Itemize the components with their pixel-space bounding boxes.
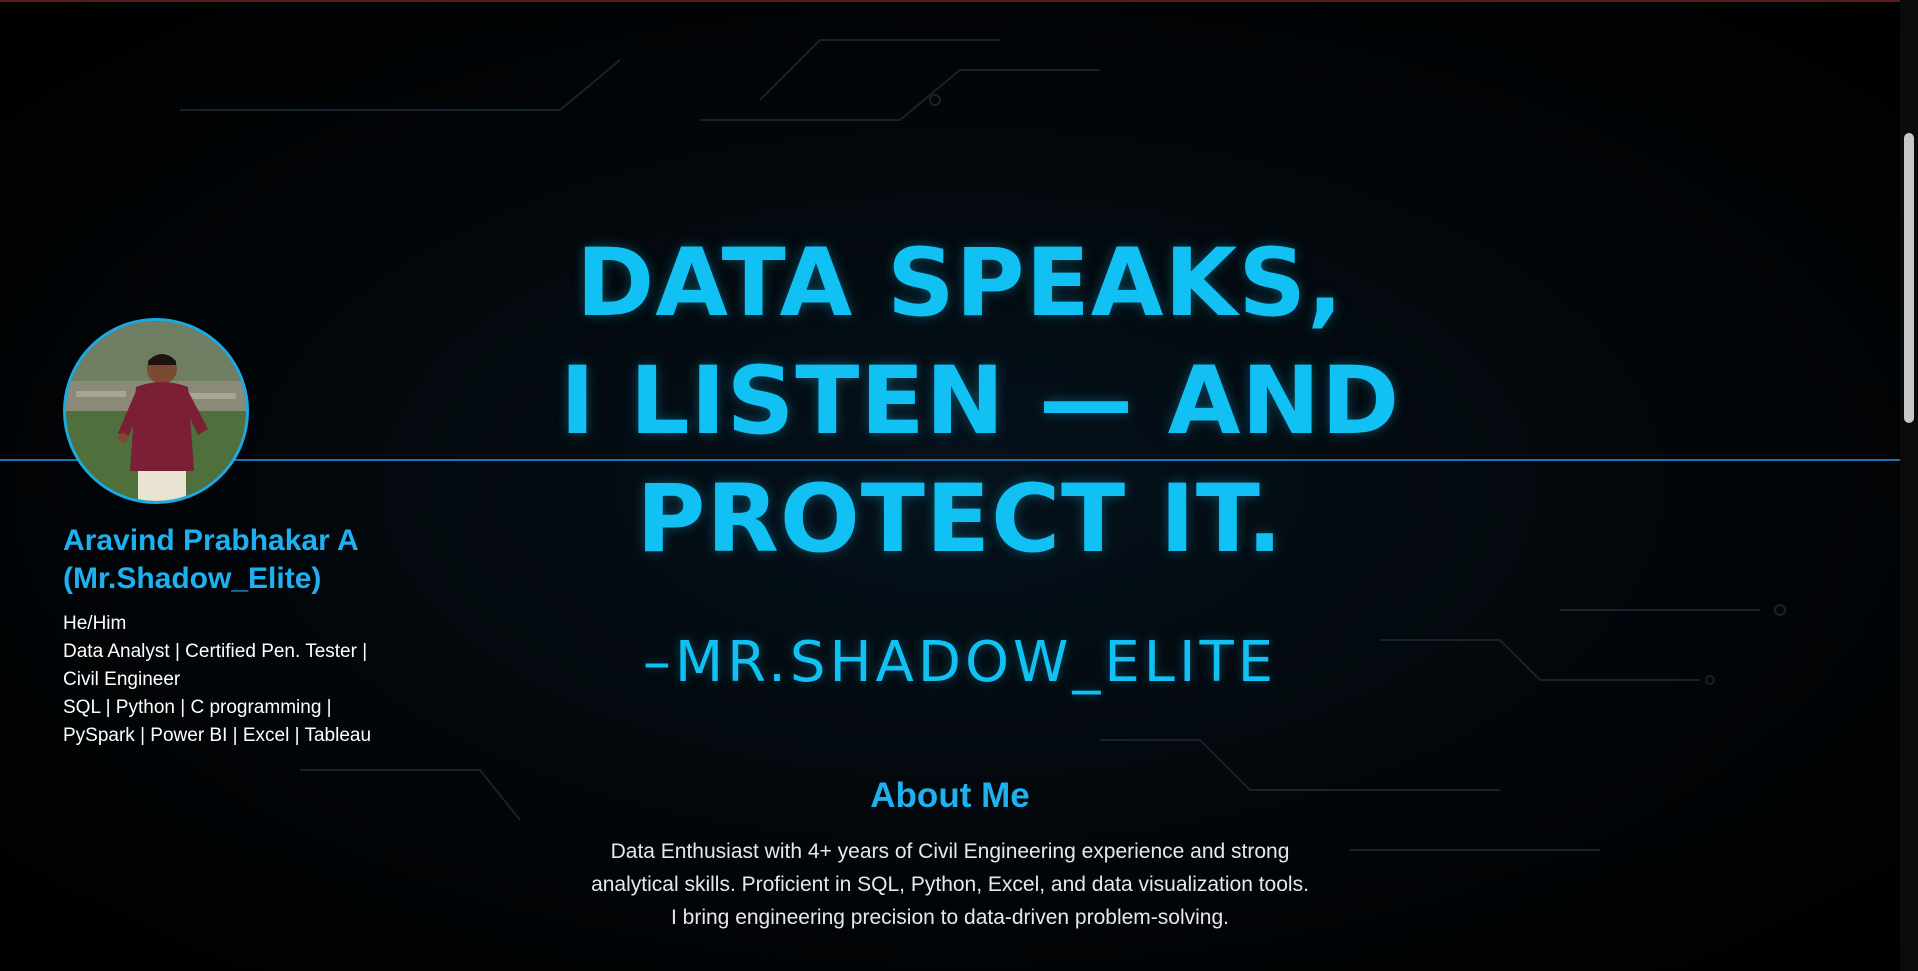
profile-role-line1: Data Analyst | Certified Pen. Tester | [63, 641, 368, 662]
page-viewport: Aravind Prabhakar A (Mr.Shadow_Elite) He… [0, 0, 1918, 971]
profile-pronouns: He/Him [63, 613, 127, 634]
profile-skills-line1: SQL | Python | C programming | [63, 697, 332, 718]
profile-info: He/Him Data Analyst | Certified Pen. Tes… [63, 610, 403, 750]
person-photo-icon [66, 321, 246, 501]
hero-quote: DATA SPEAKS, I LISTEN — AND PROTECT IT. [560, 225, 1401, 579]
quote-line2: I LISTEN — AND [560, 347, 1401, 456]
quote-signature: –MR.SHADOW_ELITE [642, 630, 1278, 695]
profile-name-line1: Aravind Prabhakar A [63, 524, 359, 557]
quote-line1: DATA SPEAKS, [576, 229, 1344, 338]
quote-line3: PROTECT IT. [636, 465, 1284, 574]
profile-skills-line2: PySpark | Power BI | Excel | Tableau [63, 725, 372, 746]
profile-name-line2: (Mr.Shadow_Elite) [63, 562, 322, 595]
about-text: Data Enthusiast with 4+ years of Civil E… [591, 840, 1309, 929]
profile-avatar [63, 318, 249, 504]
page-scrollbar[interactable] [1900, 0, 1918, 971]
profile-name: Aravind Prabhakar A (Mr.Shadow_Elite) [63, 522, 403, 598]
profile-card: Aravind Prabhakar A (Mr.Shadow_Elite) He… [63, 318, 403, 750]
scroll-thumb[interactable] [1904, 133, 1914, 423]
profile-role-line2: Civil Engineer [63, 669, 181, 690]
about-heading: About Me [870, 776, 1030, 815]
